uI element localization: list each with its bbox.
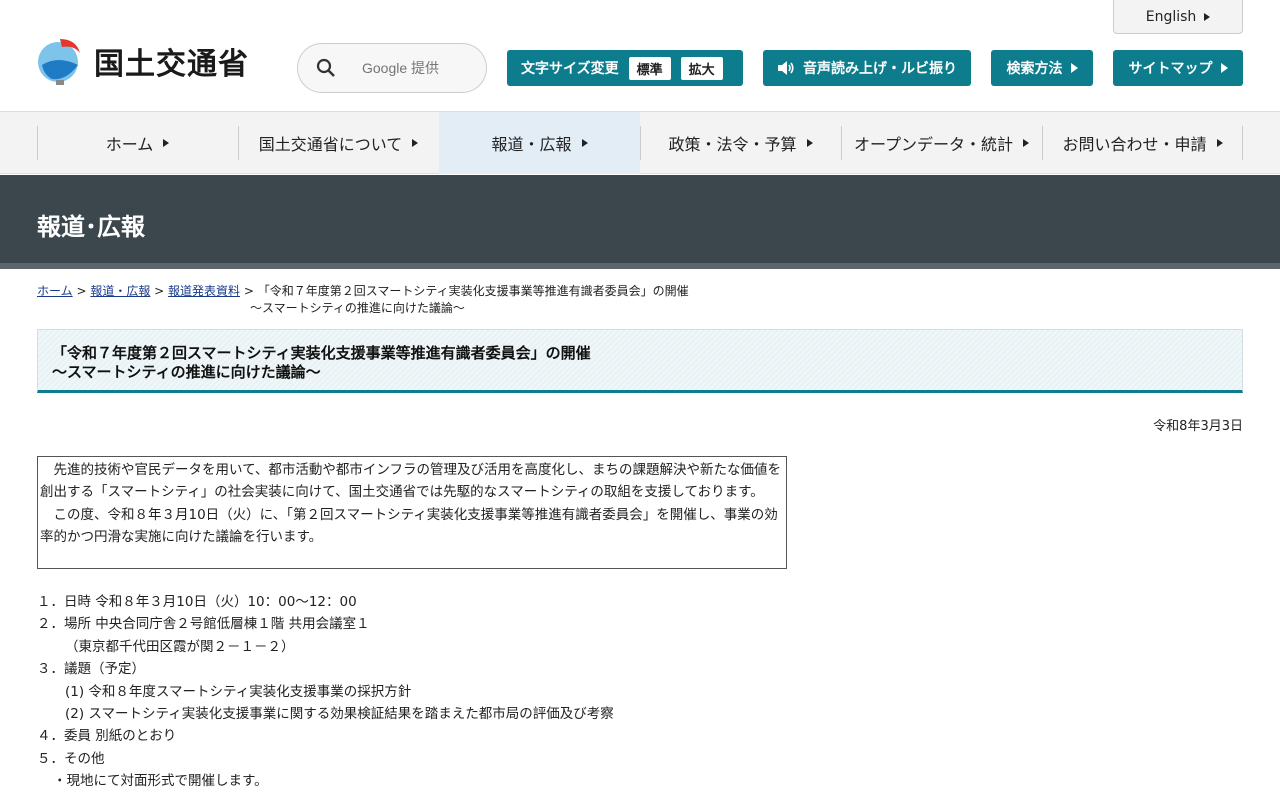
arrow-right-icon [1070,63,1078,73]
nav-item-press[interactable]: 報道・広報 [439,112,640,174]
arrow-right-icon [1023,139,1030,147]
logo-text: 国土交通省 [94,47,249,82]
article-title-box: 「令和７年度第２回スマートシティ実装化支援事業等推進有識者委員会」の開催 ～スマ… [37,329,1243,393]
breadcrumb-home-link[interactable]: ホーム [37,284,73,298]
site-search[interactable] [297,43,487,93]
search-help-button[interactable]: 検索方法 [991,50,1093,86]
search-help-label: 検索方法 [1006,61,1063,77]
search-input[interactable] [362,60,472,76]
nav-item-contact[interactable]: お問い合わせ・申請 [1042,112,1243,174]
speaker-icon [777,60,795,76]
publish-date: 令和8年3月3日 [1153,419,1243,434]
arrow-right-icon [581,139,588,147]
arrow-right-icon [163,139,170,147]
site-header: 国土交通省 文字サイズ変更 標準 拡大 音声読み上げ・ルビ振り 検索方法 サイト… [0,0,1280,112]
list-item-members: ４．委員 別紙のとおり [37,728,177,745]
intro-box: 先進的技術や官民データを用いて、都市活動や都市インフラの管理及び活用を高度化し、… [37,456,787,569]
speech-label: 音声読み上げ・ルビ振り [803,61,957,77]
arrow-right-icon [412,139,419,147]
font-size-standard-button[interactable]: 標準 [628,56,671,80]
font-size-label: 文字サイズ変更 [521,61,619,77]
nav-item-home[interactable]: ホーム [37,112,238,174]
section-banner: 報道･広報 [0,175,1280,269]
arrow-right-icon [1220,63,1228,73]
english-button[interactable]: English [1113,0,1243,34]
list-item-agenda-2: (2) スマートシティ実装化支援事業に関する効果検証結果を踏まえた都市局の評価及… [65,706,614,723]
breadcrumb-press-link[interactable]: 報道・広報 [90,284,150,298]
breadcrumb-releases-link[interactable]: 報道発表資料 [168,284,240,298]
nav-item-opendata[interactable]: オープンデータ・統計 [841,112,1042,174]
mlit-logo-icon [36,35,86,87]
search-icon[interactable] [316,58,336,78]
font-size-large-button[interactable]: 拡大 [680,56,723,80]
font-size-control: 文字サイズ変更 標準 拡大 [507,50,743,86]
breadcrumb-current: 「令和７年度第２回スマートシティ実装化支援事業等推進有識者委員会」の開催 [257,284,689,298]
arrow-right-icon [1216,139,1223,147]
intro-paragraph-1: 先進的技術や官民データを用いて、都市活動や都市インフラの管理及び活用を高度化し、… [40,462,782,501]
mlit-logo[interactable]: 国土交通省 [36,34,249,88]
list-item-onsite: ・現地にて対面形式で開催します。 [53,773,268,790]
list-item-agenda: ３．議題（予定） [37,661,145,678]
list-item-address: （東京都千代田区霞が関２－１－２） [65,638,295,655]
article-title: 「令和７年度第２回スマートシティ実装化支援事業等推進有識者委員会」の開催 [52,344,591,362]
nav-item-about[interactable]: 国土交通省について [238,112,439,174]
sitemap-label: サイトマップ [1128,61,1213,77]
section-title: 報道･広報 [37,213,145,241]
arrow-right-icon [1204,12,1211,21]
article-subtitle: ～スマートシティの推進に向けた議論～ [52,363,321,381]
global-nav: ホーム 国土交通省について 報道・広報 政策・法令・予算 オープンデータ・統計 … [0,112,1280,174]
sitemap-button[interactable]: サイトマップ [1113,50,1243,86]
arrow-right-icon [806,139,813,147]
list-item-other: ５．その他 [37,750,105,767]
intro-paragraph-2: この度、令和８年３月10日（火）に、「第２回スマートシティ実装化支援事業等推進有… [40,506,778,546]
breadcrumb: ホーム > 報道・広報 > 報道発表資料 > 「令和７年度第２回スマートシティ実… [37,283,737,317]
list-item-datetime: １．日時 令和８年３月10日（火）10：00～12：00 [37,594,357,610]
english-label: English [1145,8,1197,25]
speech-ruby-button[interactable]: 音声読み上げ・ルビ振り [763,50,971,86]
list-item-place: ２．場所 中央合同庁舎２号館低層棟１階 共用会議室１ [37,616,370,633]
list-item-agenda-1: (1) 令和８年度スマートシティ実装化支援事業の採択方針 [65,683,412,700]
article-details: １．日時 令和８年３月10日（火）10：00～12：00 ２．場所 中央合同庁舎… [37,591,1237,793]
breadcrumb-current-subtitle: ～スマートシティの推進に向けた議論～ [250,301,465,315]
nav-item-policy[interactable]: 政策・法令・予算 [640,112,841,174]
